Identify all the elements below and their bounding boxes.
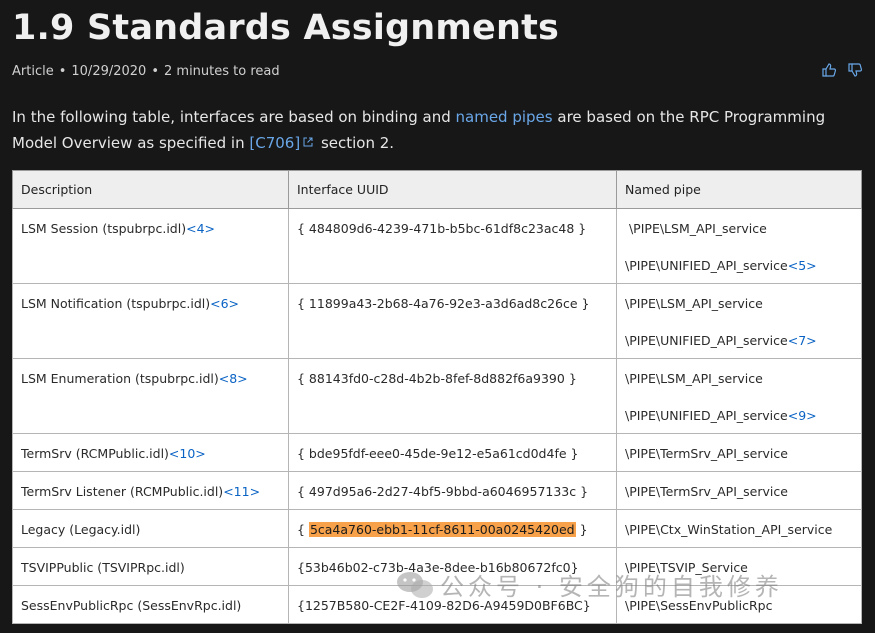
cell-uuid: { bde95fdf-eee0-45de-9e12-e5a61cd0d4fe } [288,433,617,472]
cell-uuid: { 5ca4a760-ebb1-11cf-8611-00a0245420ed } [288,509,617,548]
cell-description: LSM Notification (tspubrpc.idl)<6> [12,283,289,359]
cell-description: SessEnvPublicRpc (SessEnvRpc.idl) [12,585,289,624]
cell-named-pipe: \PIPE\LSM_API_service \PIPE\UNIFIED_API_s… [616,208,862,284]
cell-named-pipe: \PIPE\TermSrv_API_service [616,471,862,510]
standards-table: Description Interface UUID Named pipe LS… [12,170,862,624]
read-time: 2 minutes to read [164,64,280,79]
feedback-buttons [821,62,863,78]
intro-paragraph: In the following table, interfaces are b… [12,108,826,152]
cell-named-pipe: \PIPE\TermSrv_API_service [616,433,862,472]
footnote-link[interactable]: <10> [169,446,206,461]
table-row: LSM Session (tspubrpc.idl)<4> { 484809d6… [12,208,862,284]
header-description: Description [12,170,289,209]
cell-named-pipe: \PIPE\LSM_API_service \PIPE\UNIFIED_API_s… [616,283,862,359]
external-link-icon [303,130,313,147]
wechat-icon [396,570,434,600]
article-date: 10/29/2020 [71,64,147,79]
article-meta: Article • 10/29/2020 • 2 minutes to read [12,64,280,79]
cell-description: TSVIPPublic (TSVIPRpc.idl) [12,547,289,586]
c706-link[interactable]: [C706] [249,134,300,152]
cell-description: TermSrv Listener (RCMPublic.idl)<11> [12,471,289,510]
footnote-link[interactable]: <7> [788,333,817,348]
table-row: LSM Notification (tspubrpc.idl)<6> { 118… [12,283,862,359]
footnote-link[interactable]: <9> [788,408,817,423]
table-row: TermSrv (RCMPublic.idl)<10> { bde95fdf-e… [12,433,862,472]
cell-description: Legacy (Legacy.idl) [12,509,289,548]
cell-uuid: { 88143fd0-c28d-4b2b-8fef-8d882f6a9390 } [288,358,617,434]
cell-uuid: { 484809d6-4239-471b-b5bc-61df8c23ac48 } [288,208,617,284]
cell-named-pipe: \PIPE\LSM_API_service \PIPE\UNIFIED_API_s… [616,358,862,434]
footnote-link[interactable]: <4> [186,221,215,236]
footnote-link[interactable]: <11> [223,484,260,499]
article-type: Article [12,64,54,79]
footnote-link[interactable]: <5> [788,258,817,273]
cell-description: TermSrv (RCMPublic.idl)<10> [12,433,289,472]
highlighted-uuid: 5ca4a760-ebb1-11cf-8611-00a0245420ed [308,522,576,537]
table-row: TermSrv Listener (RCMPublic.idl)<11> { 4… [12,471,862,510]
cell-description: LSM Enumeration (tspubrpc.idl)<8> [12,358,289,434]
named-pipes-link[interactable]: named pipes [456,108,553,126]
page-title: 1.9 Standards Assignments [12,8,560,48]
header-named-pipe: Named pipe [616,170,862,209]
table-header-row: Description Interface UUID Named pipe [12,170,862,209]
cell-uuid: { 11899a43-2b68-4a76-92e3-a3d6ad8c26ce } [288,283,617,359]
cell-named-pipe: \PIPE\Ctx_WinStation_API_service [616,509,862,548]
thumbs-down-icon[interactable] [847,62,863,78]
watermark: 公众号 · 安全狗的自我修养 [396,567,783,602]
cell-description: LSM Session (tspubrpc.idl)<4> [12,208,289,284]
footnote-link[interactable]: <8> [219,371,248,386]
header-interface-uuid: Interface UUID [288,170,617,209]
thumbs-up-icon[interactable] [821,62,837,78]
footnote-link[interactable]: <6> [210,296,239,311]
table-row: LSM Enumeration (tspubrpc.idl)<8> { 8814… [12,358,862,434]
table-row: Legacy (Legacy.idl) { 5ca4a760-ebb1-11cf… [12,509,862,548]
cell-uuid: { 497d95a6-2d27-4bf5-9bbd-a6046957133c } [288,471,617,510]
